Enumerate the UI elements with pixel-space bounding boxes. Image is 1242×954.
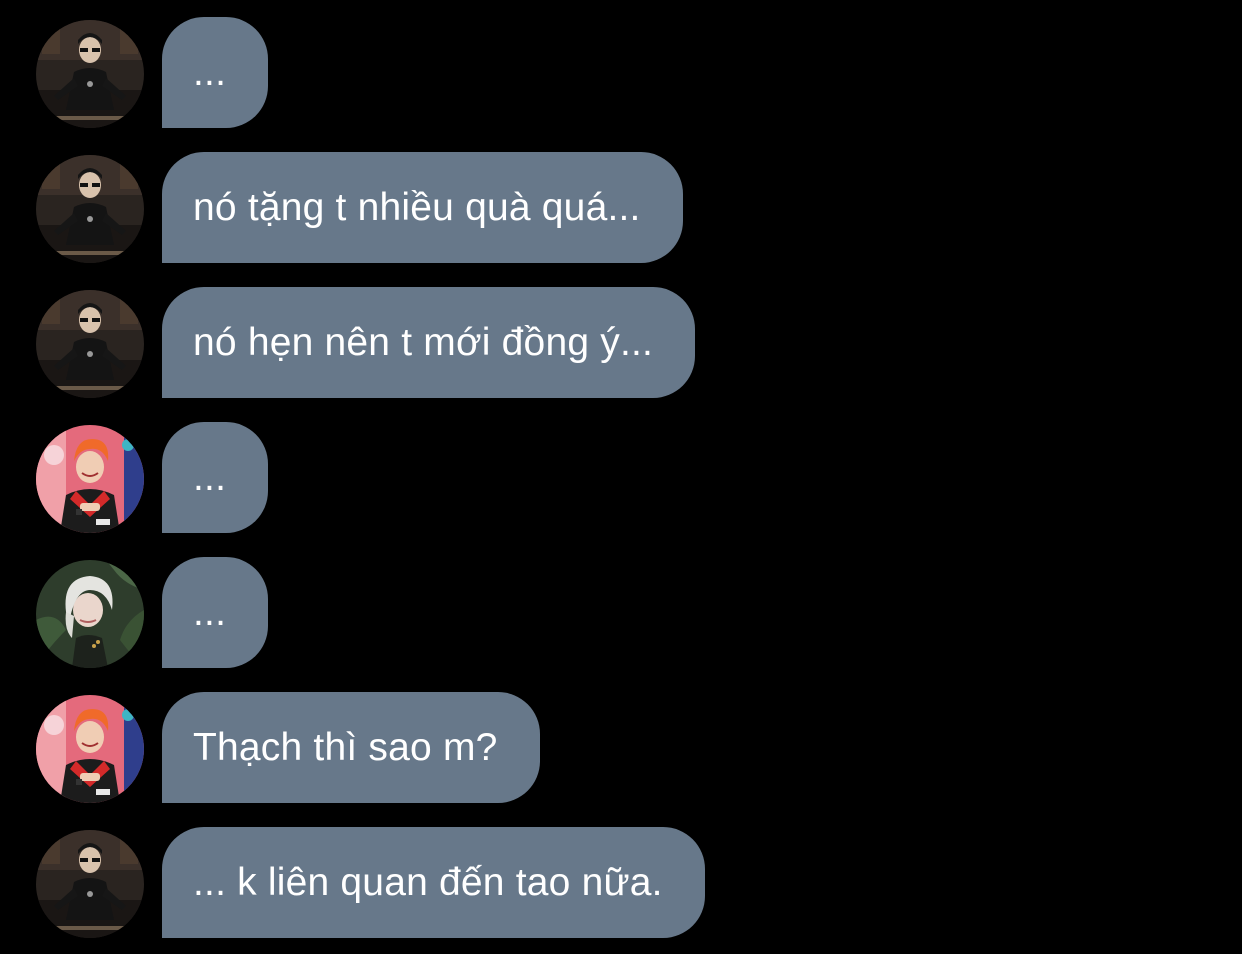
message-row: ... [0, 557, 1242, 668]
message-text: ... [193, 456, 227, 499]
message-row: ... [0, 17, 1242, 128]
message-bubble[interactable]: Thạch thì sao m? [162, 692, 540, 803]
avatar-silver-hair-icon [36, 560, 144, 668]
message-text: ... [193, 591, 227, 634]
message-row: ... [0, 422, 1242, 533]
avatar-dark-glasses-icon [36, 20, 144, 128]
avatar-dark-glasses-icon [36, 830, 144, 938]
message-text: Thạch thì sao m? [193, 726, 498, 769]
message-bubble[interactable]: nó hẹn nên t mới đồng ý... [162, 287, 696, 398]
message-bubble[interactable]: ... k liên quan đến tao nữa. [162, 827, 705, 938]
message-text: ... [193, 51, 227, 94]
avatar-orange-hair-icon [36, 425, 144, 533]
avatar[interactable] [36, 695, 144, 803]
message-row: ... k liên quan đến tao nữa. [0, 827, 1242, 938]
avatar[interactable] [36, 155, 144, 263]
avatar[interactable] [36, 20, 144, 128]
avatar[interactable] [36, 830, 144, 938]
avatar-orange-hair-icon [36, 695, 144, 803]
avatar[interactable] [36, 560, 144, 668]
message-bubble[interactable]: ... [162, 422, 269, 533]
message-row: Thạch thì sao m? [0, 692, 1242, 803]
avatar[interactable] [36, 425, 144, 533]
avatar-dark-glasses-icon [36, 290, 144, 398]
message-text: nó tặng t nhiều quà quá... [193, 186, 641, 229]
message-row: nó tặng t nhiều quà quá... [0, 152, 1242, 263]
message-bubble[interactable]: nó tặng t nhiều quà quá... [162, 152, 683, 263]
message-row: nó hẹn nên t mới đồng ý... [0, 287, 1242, 398]
avatar-dark-glasses-icon [36, 155, 144, 263]
message-text: ... k liên quan đến tao nữa. [193, 861, 663, 904]
message-text: nó hẹn nên t mới đồng ý... [193, 321, 654, 364]
message-bubble[interactable]: ... [162, 17, 269, 128]
avatar[interactable] [36, 290, 144, 398]
message-bubble[interactable]: ... [162, 557, 269, 668]
